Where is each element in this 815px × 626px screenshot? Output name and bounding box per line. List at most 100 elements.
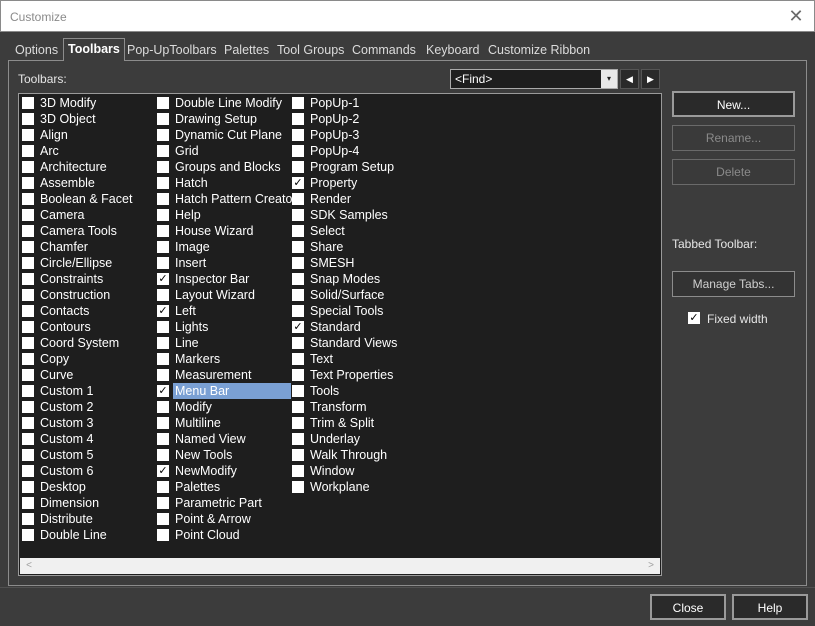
horizontal-scrollbar[interactable]: < > <box>20 558 660 574</box>
checkbox-icon[interactable] <box>22 145 34 157</box>
checkbox-icon[interactable] <box>157 401 169 413</box>
find-combobox[interactable]: <Find> ▾ <box>450 69 618 89</box>
checkbox-icon[interactable] <box>157 257 169 269</box>
checkbox-icon[interactable] <box>292 465 304 477</box>
checkbox-icon[interactable]: ✓ <box>157 385 169 397</box>
checkbox-icon[interactable] <box>157 353 169 365</box>
checkbox-icon[interactable] <box>157 449 169 461</box>
checkbox-icon[interactable] <box>22 529 34 541</box>
checkbox-icon[interactable] <box>292 481 304 493</box>
checkbox-icon[interactable] <box>157 113 169 125</box>
checkbox-icon[interactable] <box>22 305 34 317</box>
delete-button[interactable]: Delete <box>672 159 795 185</box>
checkbox-icon[interactable]: ✓ <box>688 312 700 324</box>
tab-options[interactable]: Options <box>15 42 58 60</box>
checkbox-icon[interactable] <box>292 369 304 381</box>
checkbox-icon[interactable] <box>22 273 34 285</box>
checkbox-icon[interactable] <box>292 113 304 125</box>
checkbox-icon[interactable]: ✓ <box>157 305 169 317</box>
checkbox-icon[interactable] <box>292 209 304 221</box>
checkbox-icon[interactable] <box>22 209 34 221</box>
tab-tool-groups[interactable]: Tool Groups <box>277 42 344 60</box>
help-button[interactable]: Help <box>732 594 808 620</box>
checkbox-icon[interactable] <box>22 129 34 141</box>
checkbox-icon[interactable] <box>157 97 169 109</box>
checkbox-icon[interactable] <box>292 417 304 429</box>
rename-button[interactable]: Rename... <box>672 125 795 151</box>
checkbox-icon[interactable] <box>22 481 34 493</box>
checkbox-icon[interactable] <box>292 145 304 157</box>
scroll-left-icon[interactable]: < <box>22 558 36 574</box>
checkbox-icon[interactable] <box>157 481 169 493</box>
checkbox-icon[interactable] <box>157 193 169 205</box>
checkbox-icon[interactable] <box>22 161 34 173</box>
checkbox-icon[interactable] <box>22 193 34 205</box>
close-button[interactable]: Close <box>650 594 726 620</box>
checkbox-icon[interactable] <box>22 465 34 477</box>
checkbox-icon[interactable] <box>22 449 34 461</box>
checkbox-icon[interactable] <box>292 97 304 109</box>
checkbox-icon[interactable] <box>292 385 304 397</box>
checkbox-icon[interactable] <box>292 433 304 445</box>
close-icon[interactable]: ✕ <box>784 5 808 27</box>
chevron-down-icon[interactable]: ▾ <box>601 70 617 88</box>
checkbox-icon[interactable] <box>292 193 304 205</box>
checkbox-icon[interactable] <box>22 369 34 381</box>
tab-customize-ribbon[interactable]: Customize Ribbon <box>488 42 590 60</box>
checkbox-icon[interactable] <box>157 241 169 253</box>
tab-keyboard[interactable]: Keyboard <box>426 42 480 60</box>
tab-palettes[interactable]: Palettes <box>224 42 269 60</box>
checkbox-icon[interactable] <box>292 337 304 349</box>
new-button[interactable]: New... <box>672 91 795 117</box>
checkbox-icon[interactable] <box>157 161 169 173</box>
checkbox-icon[interactable] <box>157 177 169 189</box>
checkbox-icon[interactable] <box>22 513 34 525</box>
checkbox-icon[interactable] <box>292 129 304 141</box>
tab-commands[interactable]: Commands <box>352 42 416 60</box>
find-previous-button[interactable]: ◀ <box>620 69 639 89</box>
checkbox-icon[interactable] <box>292 241 304 253</box>
tab-pop-uptoolbars[interactable]: Pop-UpToolbars <box>127 42 217 60</box>
checkbox-icon[interactable] <box>22 241 34 253</box>
checkbox-icon[interactable] <box>22 97 34 109</box>
checkbox-icon[interactable]: ✓ <box>292 177 304 189</box>
checkbox-icon[interactable] <box>157 145 169 157</box>
checkbox-icon[interactable] <box>292 353 304 365</box>
checkbox-icon[interactable] <box>22 289 34 301</box>
checkbox-icon[interactable] <box>22 337 34 349</box>
checkbox-icon[interactable] <box>22 257 34 269</box>
checkbox-icon[interactable] <box>22 353 34 365</box>
checkbox-icon[interactable] <box>157 497 169 509</box>
checkbox-icon[interactable] <box>157 417 169 429</box>
checkbox-icon[interactable] <box>292 305 304 317</box>
manage-tabs-button[interactable]: Manage Tabs... <box>672 271 795 297</box>
checkbox-icon[interactable] <box>22 401 34 413</box>
checkbox-icon[interactable] <box>292 225 304 237</box>
checkbox-icon[interactable] <box>22 113 34 125</box>
checkbox-icon[interactable] <box>292 449 304 461</box>
checkbox-icon[interactable] <box>157 529 169 541</box>
checkbox-icon[interactable] <box>22 321 34 333</box>
checkbox-icon[interactable] <box>292 257 304 269</box>
checkbox-icon[interactable] <box>157 337 169 349</box>
checkbox-icon[interactable]: ✓ <box>157 465 169 477</box>
checkbox-icon[interactable] <box>157 129 169 141</box>
tab-toolbars[interactable]: Toolbars <box>63 38 125 61</box>
scroll-right-icon[interactable]: > <box>644 558 658 574</box>
checkbox-icon[interactable] <box>292 289 304 301</box>
checkbox-icon[interactable]: ✓ <box>292 321 304 333</box>
checkbox-icon[interactable] <box>157 513 169 525</box>
checkbox-icon[interactable] <box>157 369 169 381</box>
checkbox-icon[interactable] <box>292 401 304 413</box>
checkbox-icon[interactable] <box>22 177 34 189</box>
checkbox-icon[interactable] <box>157 225 169 237</box>
checkbox-icon[interactable] <box>157 321 169 333</box>
checkbox-icon[interactable] <box>157 433 169 445</box>
checkbox-icon[interactable] <box>157 209 169 221</box>
checkbox-icon[interactable] <box>292 161 304 173</box>
checkbox-icon[interactable] <box>22 433 34 445</box>
checkbox-icon[interactable] <box>22 225 34 237</box>
checkbox-icon[interactable]: ✓ <box>157 273 169 285</box>
checkbox-icon[interactable] <box>22 385 34 397</box>
checkbox-icon[interactable] <box>22 417 34 429</box>
